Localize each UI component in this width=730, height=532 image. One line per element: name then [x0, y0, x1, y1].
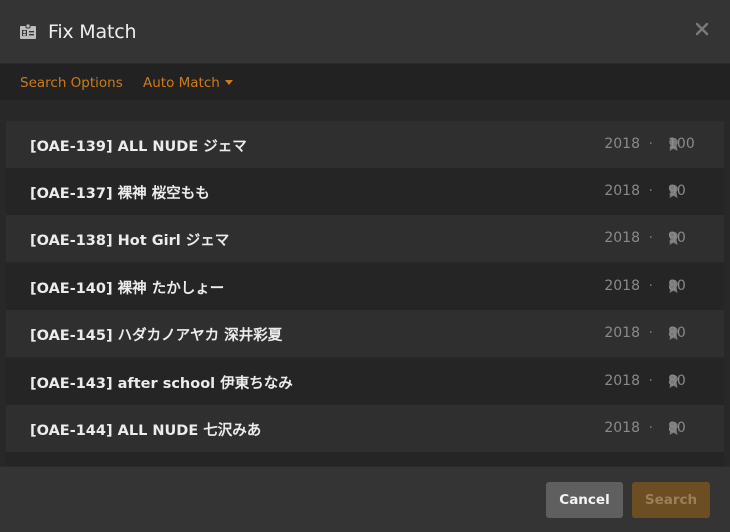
result-score: 90 — [668, 230, 686, 246]
result-title: [OAE-143] after school 伊東ちなみ — [30, 376, 293, 392]
result-row[interactable]: [OAE-138] Hot Girl ジェマ 2018 · 90 — [6, 215, 724, 262]
separator-dot: · — [648, 183, 653, 199]
result-year: 2018 — [604, 230, 640, 246]
caret-down-icon — [224, 80, 233, 85]
result-score: 80 — [668, 373, 686, 389]
result-score: 80 — [668, 420, 686, 436]
result-title: [OAE-139] ALL NUDE ジェマ — [30, 139, 247, 155]
result-row[interactable]: [OAE-137] 裸神 桜空もも 2018 · 90 — [6, 168, 724, 215]
result-row[interactable]: [OAE-145] ハダカノアヤカ 深井彩夏 2018 · 80 — [6, 310, 724, 357]
result-year: 2018 — [604, 278, 640, 294]
separator-dot: · — [648, 278, 653, 294]
result-year: 2018 — [604, 420, 640, 436]
tab-label: Search Options — [20, 75, 123, 91]
result-title: [OAE-138] Hot Girl ジェマ — [30, 233, 230, 249]
result-row[interactable]: [OAE-139] ALL NUDE ジェマ 2018 · 100 — [6, 121, 724, 168]
separator-dot: · — [648, 373, 653, 389]
result-year: 2018 — [604, 183, 640, 199]
search-button[interactable]: Search — [632, 482, 710, 518]
result-row[interactable]: [OAE-143] after school 伊東ちなみ 2018 · 80 — [6, 358, 724, 405]
dialog-title: Fix Match — [48, 21, 137, 43]
result-row[interactable]: [OAE-140] 裸神 たかしょー 2018 · 80 — [6, 263, 724, 310]
dialog-footer: Cancel Search — [0, 466, 730, 532]
separator-dot: · — [648, 325, 653, 341]
result-year: 2018 — [604, 325, 640, 341]
result-row[interactable]: [OAE-144] ALL NUDE 七沢みあ 2018 · 80 — [6, 405, 724, 452]
result-score: 80 — [668, 278, 686, 294]
result-row-partial[interactable] — [6, 452, 724, 466]
fix-match-dialog: Fix Match Search Options Auto Match [OAE… — [0, 0, 730, 532]
separator-dot: · — [648, 420, 653, 436]
result-title: [OAE-145] ハダカノアヤカ 深井彩夏 — [30, 328, 283, 344]
separator-dot: · — [648, 230, 653, 246]
separator-dot: · — [648, 136, 653, 152]
close-icon[interactable] — [693, 20, 711, 38]
result-title: [OAE-144] ALL NUDE 七沢みあ — [30, 423, 262, 439]
cancel-button[interactable]: Cancel — [546, 482, 623, 518]
result-score: 90 — [668, 183, 686, 199]
result-title: [OAE-140] 裸神 たかしょー — [30, 281, 225, 297]
result-year: 2018 — [604, 373, 640, 389]
dialog-header: Fix Match — [0, 0, 730, 64]
tab-bar: Search Options Auto Match — [0, 64, 730, 100]
result-title: [OAE-137] 裸神 桜空もも — [30, 186, 210, 202]
result-score: 100 — [668, 136, 695, 152]
results-list: [OAE-139] ALL NUDE ジェマ 2018 · 100 [OAE-1… — [0, 100, 730, 466]
id-card-icon — [20, 23, 36, 39]
tab-auto-match[interactable]: Auto Match — [143, 75, 233, 91]
result-score: 80 — [668, 325, 686, 341]
result-year: 2018 — [604, 136, 640, 152]
tab-search-options[interactable]: Search Options — [20, 75, 123, 91]
tab-label: Auto Match — [143, 75, 220, 91]
